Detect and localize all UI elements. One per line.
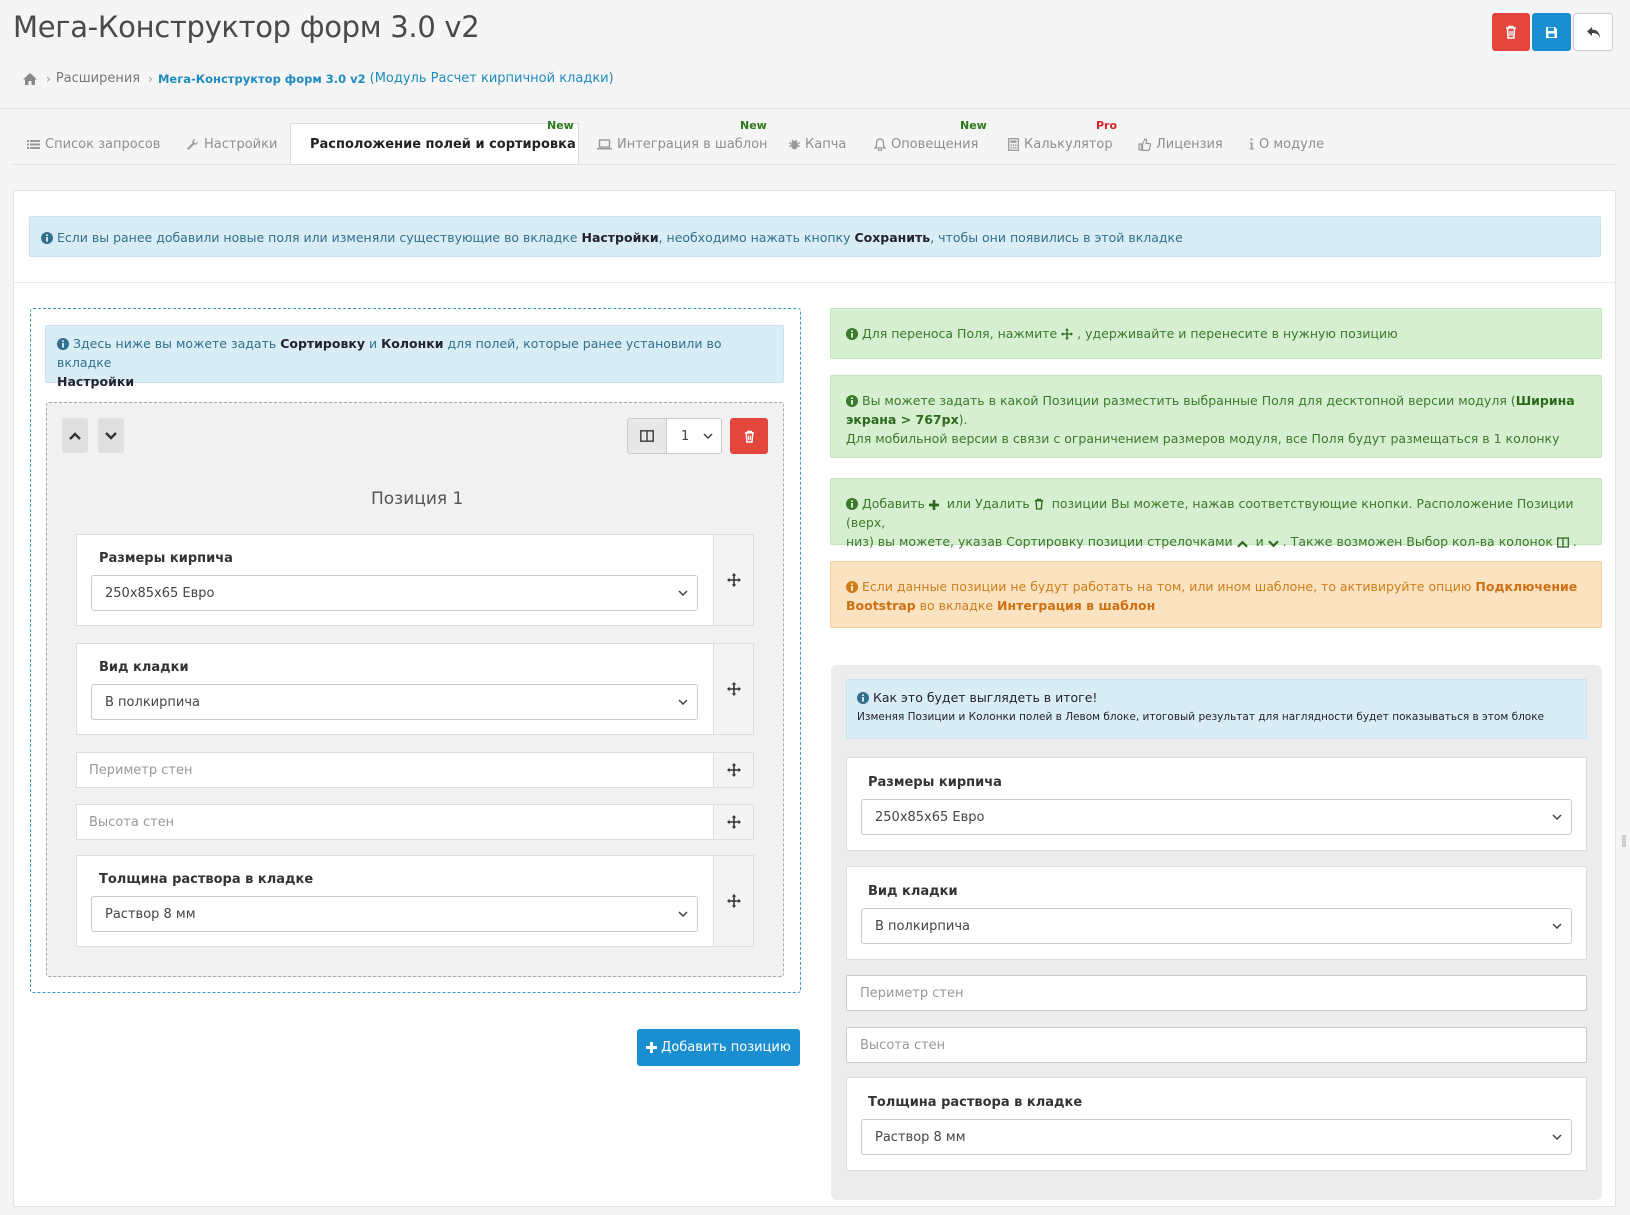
add-position-button[interactable]: Добавить позицию — [637, 1029, 800, 1066]
chevron-up-icon — [1236, 540, 1248, 548]
height-input[interactable]: Высота стен — [76, 804, 714, 840]
chevron-down-icon — [678, 590, 688, 596]
trash-icon — [1506, 25, 1516, 39]
columns-icon — [640, 430, 654, 442]
info-icon — [1249, 138, 1254, 150]
preview-masonry-type-select[interactable]: В полкирпича — [861, 908, 1572, 944]
drag-info-alert: Для переноса Поля, нажмите , удерживайте… — [830, 308, 1602, 359]
bug-icon — [789, 139, 800, 150]
chevron-down-icon — [678, 911, 688, 917]
page-title: Мега-Конструктор форм 3.0 v2 — [13, 10, 480, 44]
tab-badge-new: New — [547, 119, 574, 132]
tab-badge-new: New — [740, 119, 767, 132]
list-icon — [27, 139, 40, 149]
columns-select[interactable]: 1 — [666, 418, 722, 454]
breadcrumb-item-extensions[interactable]: Расширения — [56, 71, 140, 86]
breadcrumb-item-module[interactable]: Мега-Конструктор форм 3.0 v2 — [158, 72, 366, 86]
save-icon — [1546, 26, 1557, 38]
info-circle-icon — [57, 338, 69, 350]
tab-badge-pro: Pro — [1096, 119, 1118, 132]
drag-handle[interactable] — [713, 856, 753, 946]
field-label: Вид кладки — [99, 660, 189, 675]
columns-info-alert: Вы можете задать в какой Позиции размест… — [830, 375, 1602, 458]
calculator-icon — [1008, 137, 1019, 151]
move-icon — [1061, 328, 1074, 340]
drag-handle[interactable] — [713, 805, 753, 839]
preview-field-label: Вид кладки — [868, 884, 958, 899]
add-remove-info-alert: Добавить или Удалить позиции Вы можете, … — [830, 478, 1602, 549]
tab-captcha[interactable]: Капча — [775, 123, 860, 165]
trash-icon — [1034, 498, 1043, 510]
bootstrap-warning-alert: Если данные позиции не будут работать на… — [830, 561, 1602, 628]
tab-license[interactable]: Лицензия — [1124, 123, 1237, 165]
preview-perimeter-input[interactable]: Периметр стен — [846, 975, 1587, 1011]
home-icon[interactable] — [22, 72, 38, 86]
preview-field-label: Размеры кирпича — [868, 775, 1002, 790]
delete-position-button[interactable] — [730, 418, 768, 454]
tab-requests[interactable]: Список запросов — [13, 123, 174, 165]
move-icon — [726, 815, 741, 829]
wrench-icon — [187, 138, 199, 150]
laptop-icon — [597, 138, 612, 149]
mortar-thickness-select[interactable]: Раствор 8 мм — [91, 896, 698, 932]
breadcrumb-item-module-desc[interactable]: (Модуль Расчет кирпичной кладки) — [370, 71, 614, 86]
move-icon — [726, 763, 741, 777]
info-circle-icon — [857, 692, 869, 704]
bell-icon — [874, 137, 886, 151]
columns-icon — [1556, 537, 1569, 548]
move-icon — [726, 573, 741, 587]
columns-button[interactable] — [627, 418, 667, 454]
plus-icon — [646, 1042, 658, 1053]
preview-info-alert: Как это будет выглядеть в итоге! Изменяя … — [846, 679, 1587, 739]
chevron-down-icon — [105, 431, 117, 440]
move-icon — [726, 894, 741, 908]
drag-handle[interactable] — [713, 644, 753, 734]
tab-layout-sorting[interactable]: Расположение полей и сортировка — [290, 123, 579, 165]
masonry-type-select[interactable]: В полкирпича — [91, 684, 698, 720]
chevron-down-icon — [678, 699, 688, 705]
preview-height-input[interactable]: Высота стен — [846, 1027, 1587, 1063]
delete-button[interactable] — [1492, 13, 1530, 51]
chevron-down-icon — [1552, 814, 1562, 820]
tab-badge-new: New — [960, 119, 987, 132]
trash-icon — [744, 430, 754, 443]
chevron-down-icon — [703, 433, 713, 439]
thumbs-up-icon — [1138, 137, 1151, 151]
drag-handle[interactable] — [713, 535, 753, 625]
info-circle-icon — [846, 498, 858, 510]
info-circle-icon — [846, 581, 858, 593]
sorting-info-alert: Здесь ниже вы можете задать Сортировку и… — [45, 325, 784, 389]
field-label: Размеры кирпича — [99, 551, 233, 566]
chevron-down-icon — [1552, 923, 1562, 929]
drag-handle[interactable] — [713, 753, 753, 787]
breadcrumb: › Расширения › Мега-Конструктор форм 3.0… — [22, 71, 614, 86]
move-icon — [726, 682, 741, 696]
back-button[interactable] — [1573, 13, 1613, 51]
position-title: Позиция 1 — [371, 489, 464, 509]
preview-brick-size-select[interactable]: 250х85х65 Евро — [861, 799, 1572, 835]
info-circle-icon — [41, 232, 53, 244]
preview-field-label: Толщина раствора в кладке — [868, 1095, 1083, 1110]
chevron-up-icon — [69, 431, 81, 440]
reply-icon — [1586, 26, 1600, 38]
field-label: Толщина раствора в кладке — [99, 872, 314, 887]
move-down-button[interactable] — [98, 418, 124, 453]
preview-mortar-thickness-select[interactable]: Раствор 8 мм — [861, 1119, 1572, 1155]
brick-size-select[interactable]: 250х85х65 Евро — [91, 575, 698, 611]
scrollbar[interactable] — [1622, 835, 1626, 847]
perimeter-input[interactable]: Периметр стен — [76, 752, 714, 788]
info-circle-icon — [846, 328, 858, 340]
plus-icon — [928, 500, 939, 510]
save-button[interactable] — [1532, 13, 1571, 51]
tab-about[interactable]: О модуле — [1235, 123, 1338, 165]
info-circle-icon — [846, 395, 858, 407]
chevron-down-icon — [1552, 1134, 1562, 1140]
move-up-button[interactable] — [62, 418, 88, 453]
top-info-alert: Если вы ранее добавили новые поля или из… — [29, 216, 1601, 257]
chevron-down-icon — [1267, 540, 1279, 548]
tab-settings[interactable]: Настройки — [172, 123, 291, 165]
